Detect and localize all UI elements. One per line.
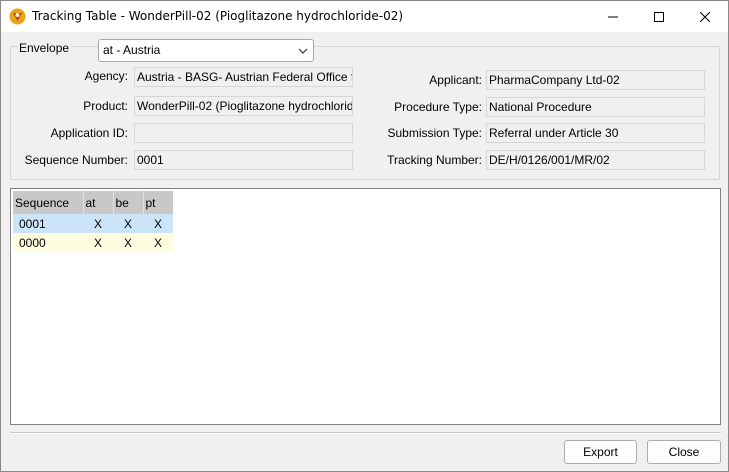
column-header-at[interactable]: at bbox=[83, 191, 114, 214]
tracking-number-label: Tracking Number: bbox=[387, 153, 482, 167]
agency-field[interactable]: Austria - BASG- Austrian Federal Office … bbox=[134, 67, 353, 87]
table-cell: 0001 bbox=[13, 214, 83, 233]
procedure-type-field[interactable]: National Procedure bbox=[486, 97, 705, 117]
table-cell: X bbox=[143, 214, 173, 233]
close-window-button[interactable] bbox=[682, 1, 728, 32]
table-row[interactable]: 0001 X X X bbox=[13, 214, 173, 233]
application-id-field[interactable] bbox=[134, 123, 353, 143]
window-title: Tracking Table - WonderPill-02 (Pioglita… bbox=[32, 9, 404, 23]
table-cell: X bbox=[83, 233, 113, 252]
table-cell: 0000 bbox=[13, 233, 83, 252]
submission-type-field[interactable]: Referral under Article 30 bbox=[486, 123, 705, 143]
sequence-number-label: Sequence Number: bbox=[24, 153, 128, 167]
product-field[interactable]: WonderPill-02 (Pioglitazone hydrochlorid… bbox=[134, 96, 353, 116]
minimize-button[interactable] bbox=[590, 1, 636, 32]
export-button[interactable]: Export bbox=[564, 440, 637, 464]
sequence-number-field[interactable]: 0001 bbox=[134, 150, 353, 170]
product-label: Product: bbox=[83, 99, 128, 113]
applicant-label: Applicant: bbox=[429, 73, 482, 87]
close-icon bbox=[700, 11, 710, 22]
envelope-select[interactable]: at - Austria bbox=[98, 39, 314, 62]
maximize-icon bbox=[654, 11, 664, 22]
chevron-down-icon bbox=[298, 48, 308, 54]
table-header-row: Sequence at be pt bbox=[13, 191, 173, 214]
maximize-button[interactable] bbox=[636, 1, 682, 32]
tracking-table-window: Tracking Table - WonderPill-02 (Pioglita… bbox=[0, 0, 729, 472]
applicant-field[interactable]: PharmaCompany Ltd-02 bbox=[486, 70, 705, 90]
table-cell: X bbox=[113, 214, 143, 233]
tracking-table-panel[interactable]: Sequence at be pt 0001 X X X 0000 X X X bbox=[10, 188, 721, 425]
table-cell: X bbox=[83, 214, 113, 233]
footer-separator bbox=[10, 432, 721, 434]
minimize-icon bbox=[608, 16, 618, 17]
close-button[interactable]: Close bbox=[647, 440, 721, 464]
tracking-table: Sequence at be pt 0001 X X X 0000 X X X bbox=[13, 191, 173, 252]
column-header-pt[interactable]: pt bbox=[143, 191, 173, 214]
column-header-be[interactable]: be bbox=[113, 191, 144, 214]
tracking-number-field[interactable]: DE/H/0126/001/MR/02 bbox=[486, 150, 705, 170]
envelope-select-value: at - Austria bbox=[103, 43, 161, 57]
procedure-type-label: Procedure Type: bbox=[394, 100, 482, 114]
table-row[interactable]: 0000 X X X bbox=[13, 233, 173, 252]
column-header-sequence[interactable]: Sequence bbox=[13, 191, 84, 214]
submission-type-label: Submission Type: bbox=[387, 126, 483, 140]
table-cell: X bbox=[113, 233, 143, 252]
table-cell: X bbox=[143, 233, 173, 252]
app-logo-icon bbox=[9, 8, 26, 25]
envelope-legend: Envelope bbox=[17, 41, 72, 55]
application-id-label: Application ID: bbox=[50, 126, 128, 140]
title-bar[interactable]: Tracking Table - WonderPill-02 (Pioglita… bbox=[1, 1, 728, 32]
agency-label: Agency: bbox=[84, 69, 128, 83]
